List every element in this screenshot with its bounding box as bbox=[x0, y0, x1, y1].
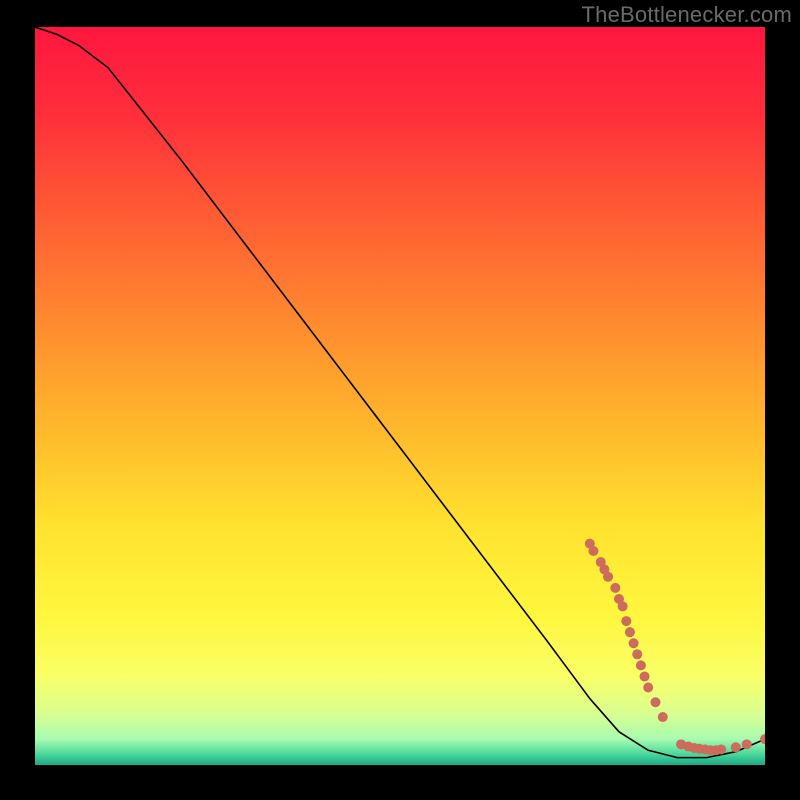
data-point bbox=[632, 649, 642, 659]
data-point bbox=[658, 712, 668, 722]
chart-container: TheBottlenecker.com bbox=[0, 0, 800, 800]
data-point bbox=[643, 683, 653, 693]
data-point bbox=[651, 697, 661, 707]
bottleneck-chart bbox=[35, 27, 765, 765]
data-point bbox=[610, 583, 620, 593]
data-point bbox=[636, 660, 646, 670]
data-point bbox=[640, 671, 650, 681]
data-point bbox=[716, 745, 726, 755]
plot-area bbox=[35, 27, 765, 765]
data-point bbox=[621, 616, 631, 626]
data-point bbox=[742, 739, 752, 749]
data-point bbox=[731, 742, 741, 752]
data-point bbox=[603, 572, 613, 582]
data-point bbox=[625, 627, 635, 637]
data-point bbox=[618, 601, 628, 611]
data-point bbox=[629, 638, 639, 648]
watermark-text: TheBottlenecker.com bbox=[582, 2, 792, 28]
data-point bbox=[588, 546, 598, 556]
gradient-background bbox=[35, 27, 765, 765]
